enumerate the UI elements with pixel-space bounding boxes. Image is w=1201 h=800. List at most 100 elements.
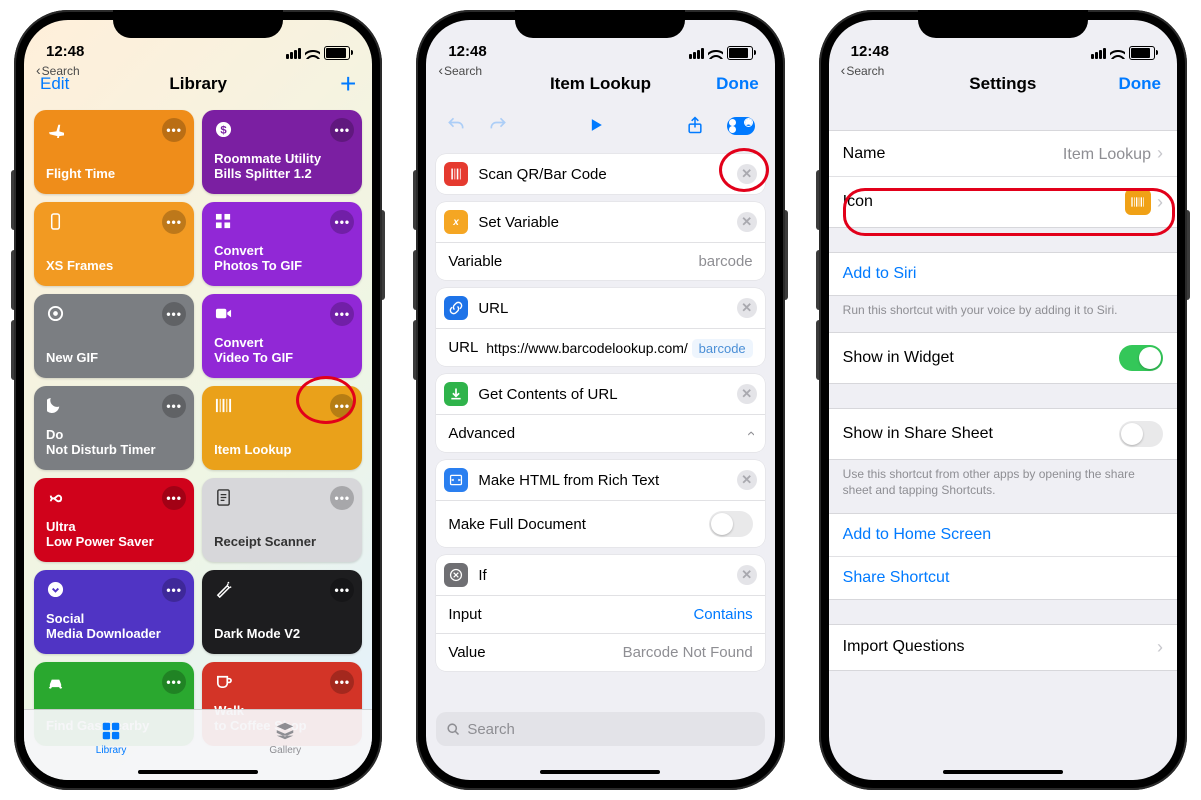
row-import-label: Import Questions — [843, 638, 965, 656]
more-button[interactable]: ••• — [330, 394, 354, 418]
row-import-questions[interactable]: Import Questions › — [829, 625, 1177, 670]
more-button[interactable]: ••• — [162, 486, 186, 510]
action-row[interactable]: ValueBarcode Not Found — [436, 633, 764, 671]
more-button[interactable]: ••• — [162, 670, 186, 694]
action-header[interactable]: xSet Variable✕ — [436, 202, 764, 242]
share-button[interactable] — [685, 115, 705, 138]
more-button[interactable]: ••• — [330, 210, 354, 234]
home-indicator[interactable] — [138, 770, 258, 774]
run-button[interactable] — [586, 115, 606, 138]
delete-action-button[interactable]: ✕ — [737, 212, 757, 232]
shortcut-tile-5[interactable]: Convert Video To GIF••• — [202, 294, 362, 378]
row-key: Make Full Document — [448, 516, 586, 533]
row-icon-label: Icon — [843, 193, 873, 211]
shortcut-tile-4[interactable]: New GIF••• — [34, 294, 194, 378]
more-button[interactable]: ••• — [330, 302, 354, 326]
action-header[interactable]: Make HTML from Rich Text✕ — [436, 460, 764, 500]
action-header[interactable]: If✕ — [436, 555, 764, 595]
status-time: 12:48 — [46, 43, 84, 60]
undo-button[interactable] — [446, 115, 466, 138]
done-button[interactable]: Done — [716, 74, 759, 94]
toggle-show-in-share-sheet[interactable] — [1119, 421, 1163, 447]
cup-icon — [214, 672, 232, 690]
row-show-in-widget[interactable]: Show in Widget — [829, 333, 1177, 383]
more-button[interactable]: ••• — [162, 302, 186, 326]
redo-button[interactable] — [488, 115, 508, 138]
shortcut-tile-3[interactable]: Convert Photos To GIF ••• — [202, 202, 362, 286]
if-icon — [444, 563, 468, 587]
doc-icon — [214, 488, 232, 506]
variable-pill[interactable]: barcode — [692, 339, 753, 358]
shortcut-tile-9[interactable]: Receipt Scanner ••• — [202, 478, 362, 562]
row-share-shortcut[interactable]: Share Shortcut — [829, 556, 1177, 599]
delete-action-button[interactable]: ✕ — [737, 298, 757, 318]
dollar-icon: $ — [214, 120, 232, 138]
more-button[interactable]: ••• — [330, 670, 354, 694]
delete-action-button[interactable]: ✕ — [737, 470, 757, 490]
row-show-in-share-sheet[interactable]: Show in Share Sheet — [829, 409, 1177, 459]
more-button[interactable]: ••• — [162, 118, 186, 142]
shortcut-tile-11[interactable]: Dark Mode V2••• — [202, 570, 362, 654]
row-value[interactable]: Contains — [693, 606, 752, 623]
add-button[interactable]: + — [340, 74, 356, 94]
grid-icon — [214, 212, 232, 230]
shortcut-tile-6[interactable]: Do Not Disturb Timer••• — [34, 386, 194, 470]
more-button[interactable]: ••• — [162, 394, 186, 418]
row-name[interactable]: Name Item Lookup› — [829, 131, 1177, 176]
shortcut-tile-8[interactable]: Ultra Low Power Saver••• — [34, 478, 194, 562]
shortcut-tile-10[interactable]: Social Media Downloader••• — [34, 570, 194, 654]
action-row[interactable]: Advanced› — [436, 414, 764, 452]
more-button[interactable]: ••• — [162, 210, 186, 234]
row-add-to-home[interactable]: Add to Home Screen — [829, 514, 1177, 556]
row-key: Value — [448, 644, 485, 661]
row-key: Input — [448, 606, 481, 623]
shortcut-tile-7[interactable]: Item Lookup••• — [202, 386, 362, 470]
delete-action-button[interactable]: ✕ — [737, 164, 757, 184]
action-search[interactable]: Search — [436, 712, 764, 746]
row-add-to-siri[interactable]: Add to Siri — [829, 253, 1177, 295]
toggle-show-in-widget[interactable] — [1119, 345, 1163, 371]
action-title: URL — [478, 300, 736, 317]
tile-label: Convert Photos To GIF — [214, 244, 350, 274]
action-row[interactable]: Variablebarcode — [436, 242, 764, 280]
more-button[interactable]: ••• — [162, 578, 186, 602]
footer-siri: Run this shortcut with your voice by add… — [829, 296, 1177, 332]
more-button[interactable]: ••• — [330, 578, 354, 602]
back-to-search[interactable]: Search — [36, 62, 80, 78]
back-to-search[interactable]: Search — [841, 62, 885, 78]
shortcut-tile-1[interactable]: $Roommate Utility Bills Splitter 1.2••• — [202, 110, 362, 194]
inf-icon — [46, 488, 64, 506]
phone-icon — [46, 212, 64, 230]
phone-settings: 12:48 Search Settings Done Name Item Loo… — [819, 10, 1187, 790]
action-row[interactable]: URLhttps://www.barcodelookup.com/ barcod… — [436, 328, 764, 366]
done-button[interactable]: Done — [1118, 74, 1161, 94]
action-row[interactable]: Input Contains — [436, 595, 764, 633]
link-icon — [444, 296, 468, 320]
shortcut-tile-2[interactable]: XS Frames••• — [34, 202, 194, 286]
row-icon[interactable]: Icon › — [829, 176, 1177, 227]
delete-action-button[interactable]: ✕ — [737, 384, 757, 404]
plane-icon — [46, 120, 64, 138]
tab-library-label: Library — [96, 745, 127, 756]
more-button[interactable]: ••• — [330, 486, 354, 510]
toggle[interactable] — [709, 511, 753, 537]
back-to-search[interactable]: Search — [438, 62, 482, 78]
search-placeholder: Search — [467, 721, 515, 738]
action-title: Set Variable — [478, 214, 736, 231]
action-header[interactable]: URL✕ — [436, 288, 764, 328]
down-icon — [444, 382, 468, 406]
tile-label: Receipt Scanner — [214, 535, 350, 550]
home-indicator[interactable] — [540, 770, 660, 774]
delete-action-button[interactable]: ✕ — [737, 565, 757, 585]
shortcut-tile-0[interactable]: Flight Time••• — [34, 110, 194, 194]
chevron-up-icon[interactable]: › — [742, 431, 759, 436]
action-title: Get Contents of URL — [478, 386, 736, 403]
more-button[interactable]: ••• — [330, 118, 354, 142]
actions-list: Scan QR/Bar Code✕ xSet Variable✕Variableb… — [426, 146, 774, 706]
action-header[interactable]: Get Contents of URL✕ — [436, 374, 764, 414]
action-row[interactable]: Make Full Document — [436, 500, 764, 547]
settings-toggle-button[interactable] — [727, 117, 755, 135]
status-time: 12:48 — [448, 43, 486, 60]
action-header[interactable]: Scan QR/Bar Code✕ — [436, 154, 764, 194]
home-indicator[interactable] — [943, 770, 1063, 774]
